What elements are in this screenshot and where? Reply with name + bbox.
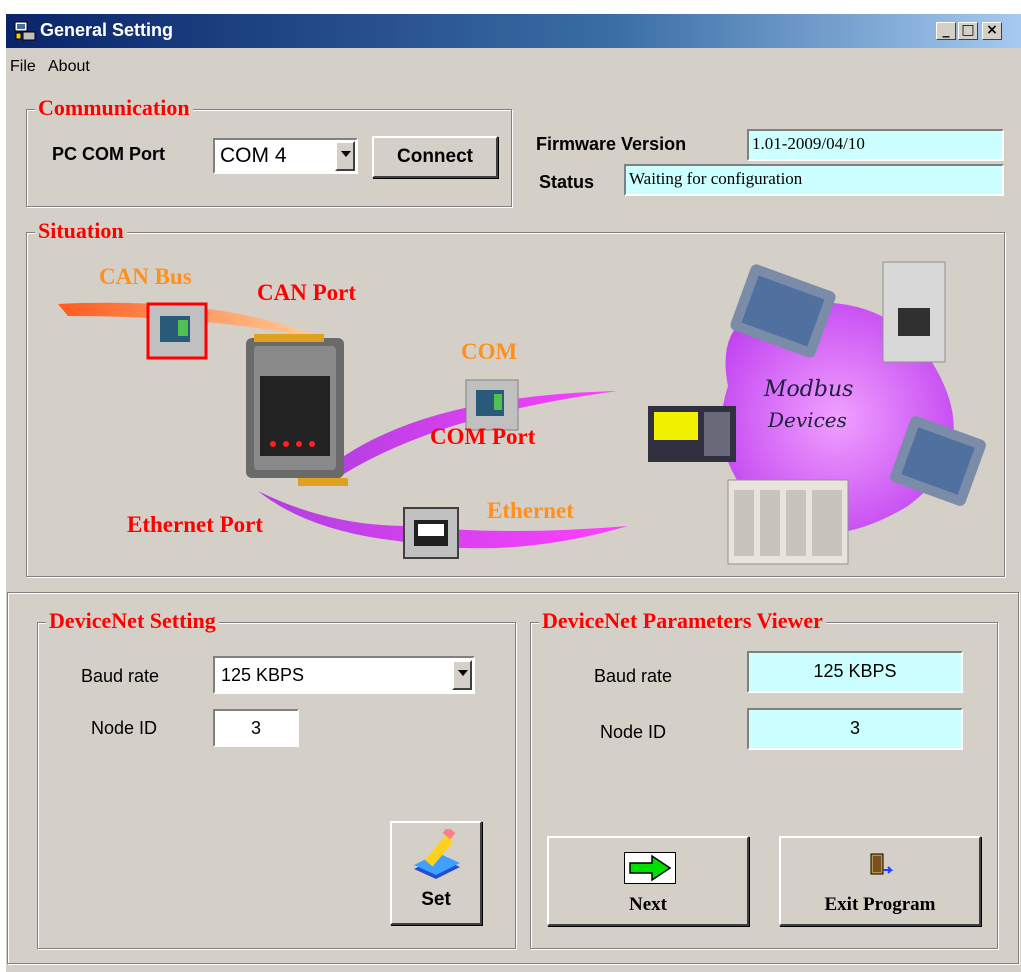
close-button[interactable]: × [982,22,1002,40]
menu-file[interactable]: File [10,58,36,76]
communication-title: Communication [35,95,193,121]
status-label: Status [539,172,595,192]
viewer-baud-rate-value: 125 KBPS [813,661,897,681]
exit-program-button[interactable]: Exit Program [779,836,981,926]
com-port-label: COM Port [430,424,536,449]
ethernet-label: Ethernet [487,498,574,523]
exit-door-icon [870,853,893,875]
viewer-baud-rate-field: 125 KBPS [747,651,963,693]
hmi-panel-image [648,406,736,462]
set-label: Set [421,889,451,910]
status-field: Waiting for configuration [624,164,1004,196]
com-connector-icon [465,379,519,431]
main-window: General Setting _ □ × File About Communi… [6,14,1021,972]
arrow-right-icon [624,852,676,884]
viewer-node-id-field: 3 [747,708,963,750]
chevron-down-icon[interactable] [452,660,472,690]
pencil-eraser-icon [414,829,460,879]
com-label: COM [461,339,518,364]
exit-program-label: Exit Program [824,894,936,915]
viewer-node-id-value: 3 [849,718,860,738]
minimize-button[interactable]: _ [936,22,956,40]
app-icon [14,21,36,41]
firmware-version-field: 1.01-2009/04/10 [747,129,1004,161]
maximize-icon: □ [961,22,975,38]
title-bar[interactable]: General Setting _ □ × [6,14,1021,48]
chevron-down-icon[interactable] [335,141,355,171]
minimize-icon: _ [942,22,950,38]
ethernet-port-label: Ethernet Port [127,512,264,537]
motor-drive-image [882,261,946,363]
can-connector-icon [146,302,208,360]
modbus-label-line2: Devices [768,408,847,432]
devicenet-setting-title: DeviceNet Setting [46,608,219,634]
com-port-value: COM 4 [220,144,287,167]
window-title: General Setting [40,20,174,40]
next-button[interactable]: Next [547,836,749,926]
viewer-baud-rate-label: Baud rate [594,666,673,686]
node-id-value: 3 [251,718,262,738]
can-bus-label: CAN Bus [99,264,192,289]
com-port-select[interactable]: COM 4 [213,138,358,174]
node-id-label: Node ID [91,718,158,738]
parameters-viewer-title: DeviceNet Parameters Viewer [539,608,826,634]
baud-rate-select[interactable]: 125 KBPS [213,656,475,694]
set-button[interactable]: Set [390,821,482,925]
status-value: Waiting for configuration [629,169,803,188]
close-icon: × [986,22,998,38]
can-port-label: CAN Port [257,280,356,305]
modbus-label-line1: Modbus [764,377,854,402]
baud-rate-label: Baud rate [81,666,160,686]
situation-title: Situation [35,218,127,244]
menu-about[interactable]: About [48,58,90,76]
plc-image [727,479,849,565]
baud-rate-value: 125 KBPS [221,665,305,685]
connect-button[interactable]: Connect [372,136,498,178]
ethernet-connector-icon [403,507,459,559]
pc-com-port-label: PC COM Port [52,144,166,164]
converter-device-image [246,334,348,486]
viewer-node-id-label: Node ID [600,722,667,742]
node-id-input[interactable]: 3 [213,709,299,747]
firmware-version-label: Firmware Version [536,134,687,154]
maximize-button[interactable]: □ [958,22,978,40]
firmware-version-value: 1.01-2009/04/10 [752,134,865,153]
next-label: Next [629,894,667,915]
